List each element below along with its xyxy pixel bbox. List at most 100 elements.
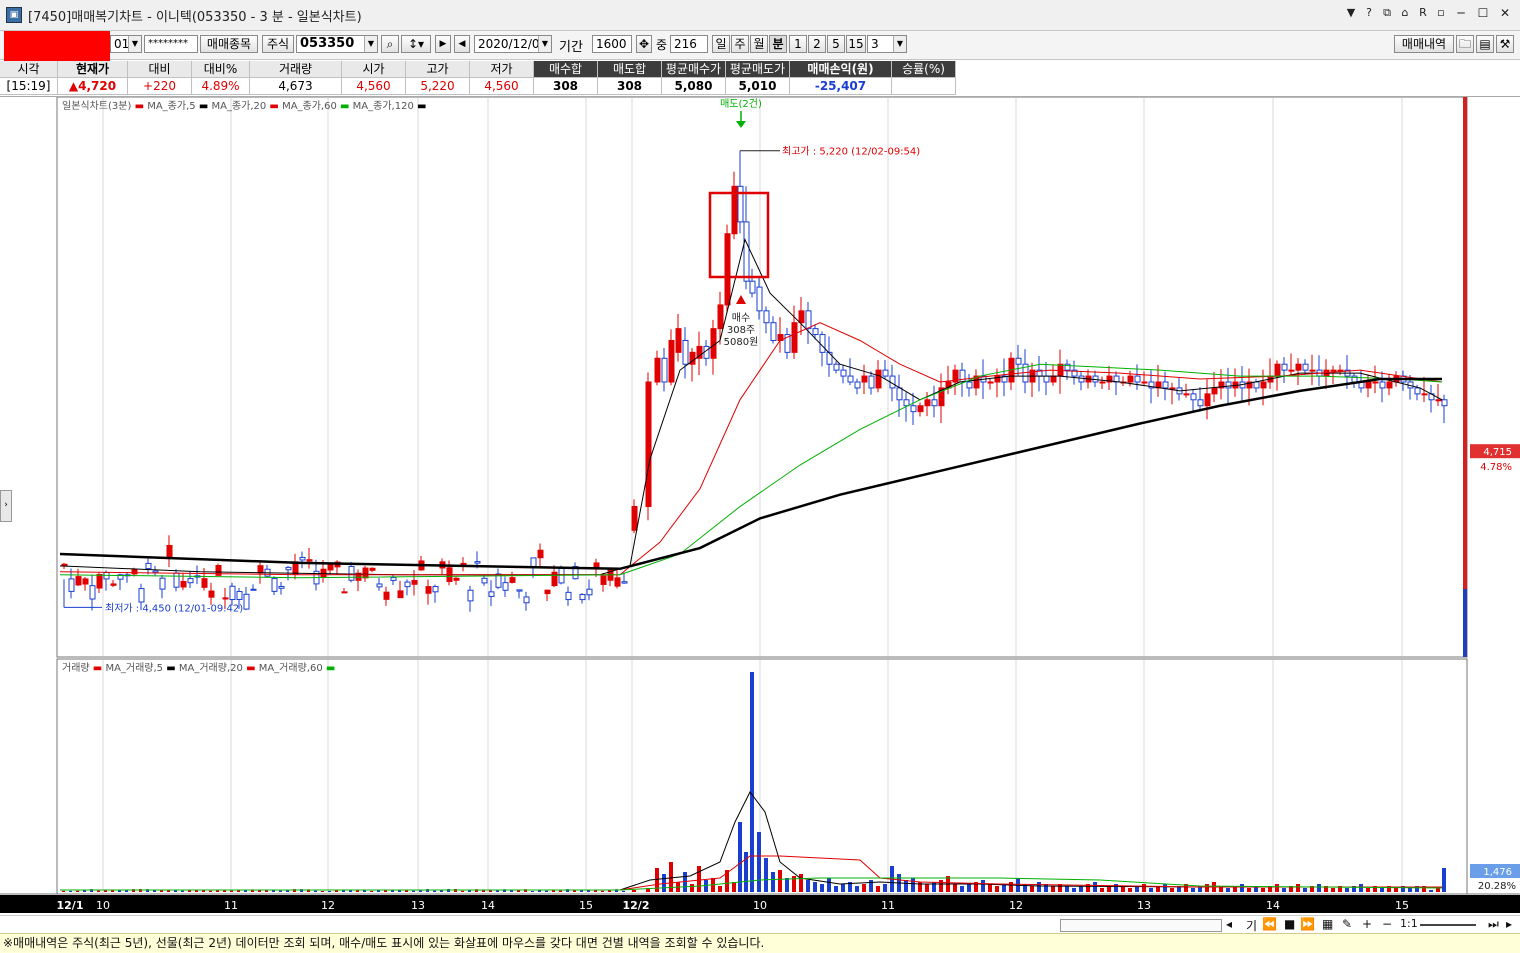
candle-body — [1050, 375, 1057, 383]
interval-5-button[interactable]: 5 — [827, 35, 845, 53]
trade-items-button[interactable]: 매매종목 — [200, 35, 258, 53]
volume-bar — [869, 880, 873, 892]
buy-marker-label: 매수 — [732, 312, 750, 324]
interval-1-button[interactable]: 1 — [789, 35, 807, 53]
candle-body — [285, 566, 292, 571]
minute-button[interactable]: 분 — [769, 35, 787, 53]
volume-bar — [461, 890, 464, 892]
volume-legend-title: 거래량 — [62, 663, 90, 674]
prev-icon[interactable]: ◀ — [454, 35, 470, 53]
volume-bar — [1142, 884, 1146, 892]
volume-bar — [1366, 888, 1370, 892]
grid-icon[interactable]: ▦ — [1322, 917, 1333, 931]
close-icon[interactable]: ✕ — [1496, 4, 1514, 22]
interval-2-button[interactable]: 2 — [808, 35, 826, 53]
candle-body — [299, 556, 306, 561]
candle-body — [1134, 375, 1141, 383]
candle-body — [411, 579, 418, 585]
help-icon[interactable]: ? — [1362, 4, 1376, 22]
period-input[interactable]: 1600 — [592, 35, 632, 53]
candle-body — [96, 574, 103, 589]
candle-body — [551, 571, 558, 587]
chart-canvas[interactable]: 12/1 10 11 12 13 14 15 12/2 10 11 12 13 14 15 최고가 : 5,… — [0, 97, 1520, 917]
zoom-out-icon[interactable]: − — [1382, 917, 1392, 931]
skip-end-icon[interactable]: ⏭ — [1488, 917, 1499, 932]
volume-bar — [841, 884, 845, 892]
candle-body — [320, 568, 327, 578]
stop-icon[interactable]: ■ — [1284, 917, 1295, 931]
toolbar: 01 ▼ ******** 매매종목 주식 053350 ▼ ⌕ ↕▾ ▶ ◀ 20… — [0, 31, 1520, 61]
volume-bar — [62, 890, 65, 892]
week-button[interactable]: 주 — [731, 35, 749, 53]
volume-bar — [799, 874, 803, 892]
value-change: +220 — [128, 78, 192, 95]
candle-body — [68, 578, 75, 592]
zoom-in-icon[interactable]: + — [1362, 917, 1372, 931]
date-input[interactable]: 2020/12/02 ▼ — [474, 35, 552, 53]
wrench-icon[interactable]: ⚒ — [1496, 35, 1514, 53]
value-open: 4,560 — [342, 78, 406, 95]
volume-bar — [370, 890, 373, 892]
scroll-left-icon[interactable]: ◂ — [1226, 917, 1232, 931]
sort-icon[interactable]: ↕▾ — [401, 35, 431, 53]
volume-bar — [1093, 882, 1097, 892]
maximize-icon[interactable]: ☐ — [1474, 4, 1492, 22]
market-select[interactable]: 주식 — [262, 35, 294, 53]
rewind-icon[interactable]: ⏪ — [1262, 917, 1277, 931]
x-axis-label: 11 — [224, 899, 238, 912]
settings-icon[interactable]: ✥ — [636, 35, 652, 53]
candle-body — [675, 328, 682, 353]
day-button[interactable]: 일 — [712, 35, 730, 53]
status-bar: ※매매내역은 주식(최근 5년), 선물(최근 2년) 데이터만 조회 되며, … — [0, 933, 1520, 953]
candle-body — [917, 405, 924, 413]
dropdown-icon[interactable]: ▼ — [1344, 4, 1358, 22]
count-input[interactable]: 216 — [670, 35, 708, 53]
candle-body — [1435, 399, 1442, 402]
candle-body — [959, 369, 966, 383]
password-field[interactable]: ******** — [144, 35, 198, 53]
candle-body — [1253, 381, 1260, 389]
candle-body — [1260, 381, 1267, 389]
draw-icon[interactable]: ✎ — [1342, 917, 1352, 931]
candle-body — [138, 588, 145, 603]
stock-code-input[interactable]: 053350 ▼ — [296, 35, 378, 53]
scroll-right-icon[interactable]: ▸ — [1506, 917, 1512, 931]
header-avg-sell: 평균매도가 — [726, 61, 790, 78]
chart-scrollbar[interactable] — [1060, 919, 1222, 932]
next-icon[interactable]: ▶ — [435, 35, 451, 53]
zoom-slider[interactable] — [1420, 924, 1476, 926]
candle-body — [1414, 387, 1421, 395]
x-axis-label: 11 — [881, 899, 895, 912]
interval-select[interactable]: 3 ▼ — [867, 35, 907, 53]
minimize-icon[interactable]: ─ — [1452, 4, 1470, 22]
candle-body — [1302, 363, 1309, 371]
save-icon[interactable]: ▤ — [1476, 35, 1494, 53]
volume-bar — [1261, 888, 1265, 892]
forward-icon[interactable]: ⏩ — [1300, 917, 1315, 931]
search-icon[interactable]: ⌕ — [381, 35, 399, 53]
right-range-bar-red — [1463, 97, 1467, 589]
candle-body — [565, 591, 572, 601]
panel-expand-arrow[interactable]: › — [0, 490, 12, 522]
home-icon[interactable]: ⌂ — [1398, 4, 1412, 22]
candle-body — [75, 576, 82, 586]
volume-bar — [1275, 884, 1279, 892]
restore-small-icon[interactable]: ▫ — [1434, 4, 1448, 22]
interval-15-button[interactable]: 15 — [846, 35, 866, 53]
refresh-icon[interactable]: R — [1416, 4, 1430, 22]
volume-bar — [335, 890, 338, 892]
link-icon[interactable]: ⧉ — [1380, 4, 1394, 22]
account-select[interactable]: 01 ▼ — [110, 35, 142, 53]
month-button[interactable]: 월 — [750, 35, 768, 53]
window-controls: ▼ ? ⧉ ⌂ R ▫ ─ ☐ ✕ — [1344, 4, 1514, 22]
ratio-label[interactable]: 1:1 — [1400, 917, 1418, 930]
folder-icon[interactable]: 🗀 — [1456, 35, 1474, 53]
trade-history-button[interactable]: 매매내역 — [1394, 35, 1454, 53]
volume-bar — [750, 672, 754, 892]
candle-body — [110, 583, 117, 586]
volume-bar — [1436, 888, 1440, 892]
candle-body — [453, 577, 460, 581]
value-sell-sum: 308 — [598, 78, 662, 95]
first-label[interactable]: 기 — [1246, 917, 1257, 934]
volume-bar — [1296, 884, 1300, 892]
